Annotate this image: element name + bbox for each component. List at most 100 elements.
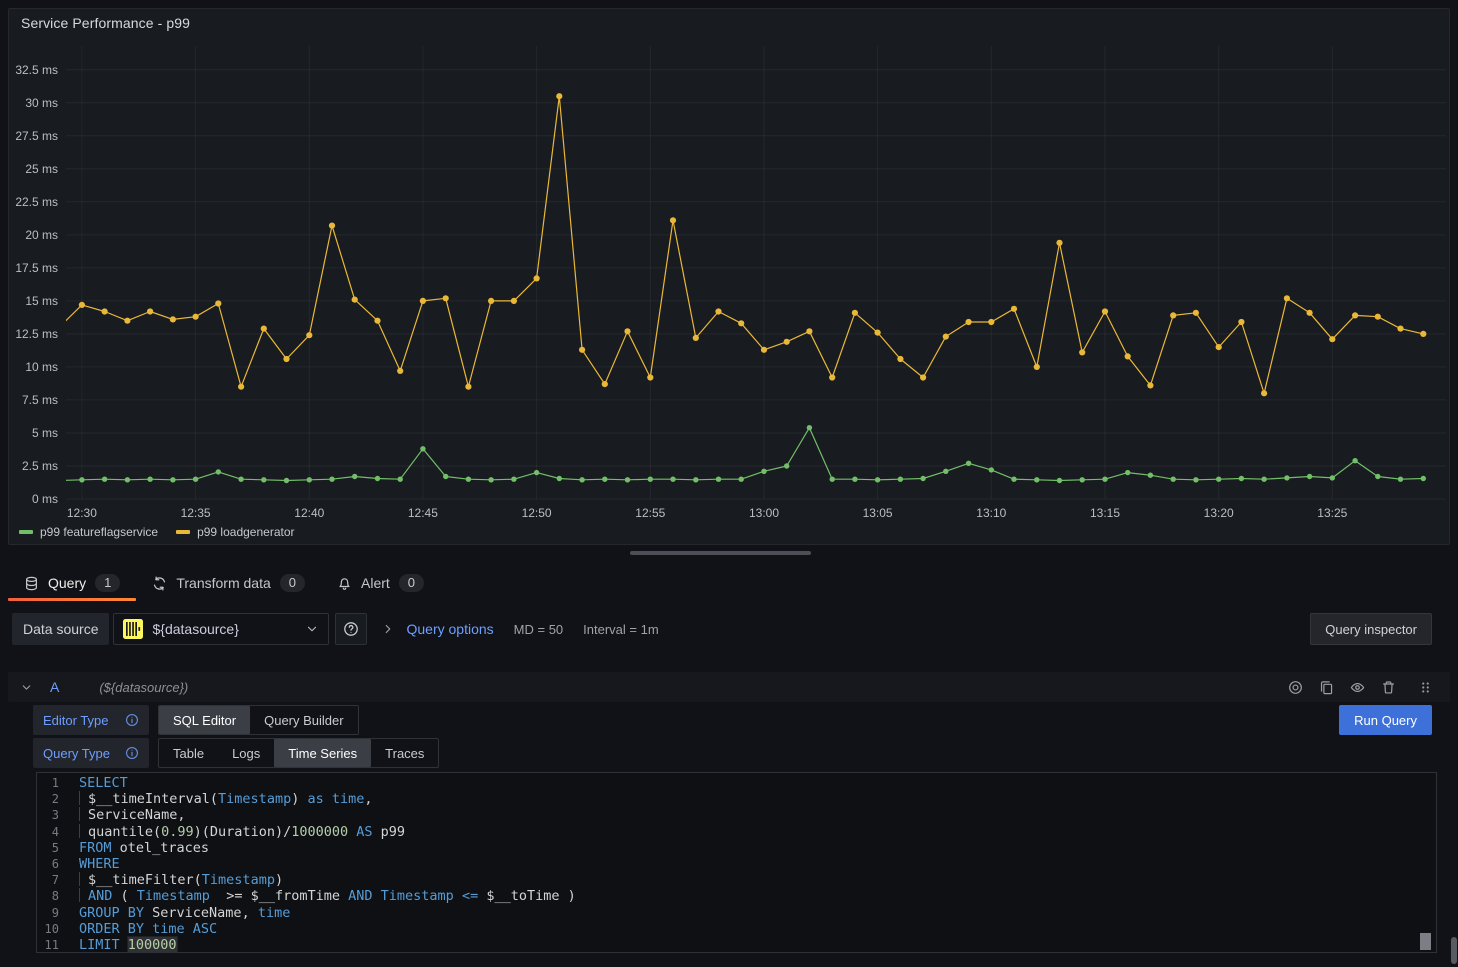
timeseries-panel: Service Performance - p99 0 ms2.5 ms5 ms…: [8, 8, 1450, 545]
svg-text:13:20: 13:20: [1204, 506, 1234, 520]
tab-label: Query: [48, 575, 86, 591]
query-ref-name: A: [50, 679, 59, 695]
angle-right-icon: [381, 622, 395, 636]
tab-alert[interactable]: Alert 0: [321, 565, 440, 601]
svg-text:0 ms: 0 ms: [32, 492, 58, 506]
editor-type-field: Editor Type SQL EditorQuery Builder: [33, 705, 359, 735]
svg-text:27.5 ms: 27.5 ms: [15, 129, 58, 143]
tab-count-badge: 0: [280, 574, 305, 592]
query-row-header: A (${datasource}): [8, 672, 1450, 702]
info-circle-icon[interactable]: [125, 746, 139, 760]
line-number: 1: [37, 776, 59, 790]
svg-text:25 ms: 25 ms: [25, 162, 58, 176]
option-sql-editor[interactable]: SQL Editor: [159, 706, 250, 734]
datasource-label: Data source: [12, 613, 109, 645]
bell-icon: [337, 576, 352, 591]
svg-text:12:30: 12:30: [67, 506, 97, 520]
svg-text:12:35: 12:35: [181, 506, 211, 520]
question-circle-icon: [343, 621, 359, 637]
query-options-label: Query options: [406, 621, 493, 637]
chart-legend: p99 featureflagservice p99 loadgenerator: [19, 525, 295, 539]
query-action-remove-button[interactable]: [1378, 677, 1399, 698]
query-row-actions: [1285, 677, 1436, 698]
line-number: 6: [37, 857, 59, 871]
series-p99-loadgenerator: [59, 93, 1426, 396]
svg-text:12:40: 12:40: [294, 506, 324, 520]
interval-summary: Interval = 1m: [583, 622, 659, 637]
line-number: 4: [37, 825, 59, 839]
query-type-field: Query Type TableLogsTime SeriesTraces: [33, 738, 439, 768]
datasource-value: ${datasource}: [152, 621, 296, 637]
line-number: 8: [37, 889, 59, 903]
svg-text:10 ms: 10 ms: [25, 360, 58, 374]
sql-code-lines: 1SELECT2$__timeInterval(Timestamp) as ti…: [37, 773, 1436, 953]
svg-text:12:50: 12:50: [522, 506, 552, 520]
database-icon: [24, 576, 39, 591]
svg-text:20 ms: 20 ms: [25, 228, 58, 242]
svg-text:12.5 ms: 12.5 ms: [15, 327, 58, 341]
record-circle-icon: [1288, 680, 1303, 695]
sql-line: 2$__timeInterval(Timestamp) as time,: [37, 791, 1436, 807]
query-action-hide-button[interactable]: [1347, 677, 1368, 698]
option-table[interactable]: Table: [159, 739, 218, 767]
line-number: 3: [37, 808, 59, 822]
svg-text:13:25: 13:25: [1317, 506, 1347, 520]
datasource-help-button[interactable]: [335, 613, 367, 645]
collapse-query-button[interactable]: [20, 681, 33, 694]
legend-item-p99-loadgenerator[interactable]: p99 loadgenerator: [176, 525, 294, 539]
tab-transform-data[interactable]: Transform data0: [136, 565, 321, 601]
editor-scrollbar-thumb[interactable]: [1420, 933, 1431, 950]
series-p99-featureflagservice: [59, 425, 1426, 483]
chevron-down-icon: [305, 622, 319, 636]
remove-icon: [1381, 680, 1396, 695]
svg-text:15 ms: 15 ms: [25, 294, 58, 308]
svg-text:32.5 ms: 32.5 ms: [15, 63, 58, 77]
panel-editor-tabs: Query 1 Transform data0 Alert 0: [0, 565, 1458, 601]
line-number: 9: [37, 906, 59, 920]
option-time-series[interactable]: Time Series: [274, 739, 371, 767]
editor-type-switch: SQL EditorQuery Builder: [158, 705, 359, 735]
query-action-duplicate-button[interactable]: [1316, 677, 1337, 698]
sql-line: 9GROUP BY ServiceName, time: [37, 905, 1436, 921]
page-scrollbar-thumb[interactable]: [1451, 937, 1457, 964]
legend-label: p99 featureflagservice: [40, 525, 158, 539]
query-action-record-circle-button[interactable]: [1285, 677, 1306, 698]
sql-code-editor[interactable]: 1SELECT2$__timeInterval(Timestamp) as ti…: [36, 772, 1437, 953]
query-action-drag-handle-button[interactable]: [1415, 677, 1436, 698]
legend-color-swatch: [176, 530, 190, 534]
timeseries-chart[interactable]: 0 ms2.5 ms5 ms7.5 ms10 ms12.5 ms15 ms17.…: [9, 9, 1451, 544]
legend-item-p99-featureflagservice[interactable]: p99 featureflagservice: [19, 525, 158, 539]
legend-color-swatch: [19, 530, 33, 534]
duplicate-icon: [1319, 680, 1334, 695]
query-inspector-button[interactable]: Query inspector: [1310, 613, 1432, 645]
svg-text:12:45: 12:45: [408, 506, 438, 520]
option-query-builder[interactable]: Query Builder: [250, 706, 357, 734]
info-circle-icon[interactable]: [125, 713, 139, 727]
line-number: 10: [37, 922, 59, 936]
max-data-points-summary: MD = 50: [514, 622, 564, 637]
option-traces[interactable]: Traces: [371, 739, 438, 767]
line-number: 5: [37, 841, 59, 855]
horizontal-scrollbar-thumb[interactable]: [630, 551, 811, 555]
query-type-switch: TableLogsTime SeriesTraces: [158, 738, 439, 768]
option-logs[interactable]: Logs: [218, 739, 274, 767]
tab-count-badge: 0: [399, 574, 424, 592]
tab-count-badge: 1: [95, 574, 120, 592]
query-options-toggle[interactable]: Query options: [381, 621, 493, 637]
datasource-select[interactable]: ${datasource}: [113, 613, 329, 645]
sql-line: 7$__timeFilter(Timestamp): [37, 872, 1436, 888]
tab-query[interactable]: Query 1: [8, 565, 136, 601]
sql-line: 5FROM otel_traces: [37, 840, 1436, 856]
sql-line: 11LIMIT 100000: [37, 937, 1436, 953]
svg-text:13:15: 13:15: [1090, 506, 1120, 520]
grafana-panel-edit-view: Service Performance - p99 0 ms2.5 ms5 ms…: [0, 0, 1458, 967]
tab-label: Alert: [361, 575, 390, 591]
drag-handle-icon: [1418, 680, 1433, 695]
svg-text:7.5 ms: 7.5 ms: [22, 393, 58, 407]
line-number: 11: [37, 938, 59, 952]
run-query-button[interactable]: Run Query: [1339, 705, 1432, 735]
sql-line: 4quantile(0.99)(Duration)/1000000 AS p99: [37, 824, 1436, 840]
query-type-label: Query Type: [33, 738, 149, 768]
query-toolbar: Data source ${datasource} Query options …: [12, 613, 1432, 645]
svg-text:30 ms: 30 ms: [25, 96, 58, 110]
